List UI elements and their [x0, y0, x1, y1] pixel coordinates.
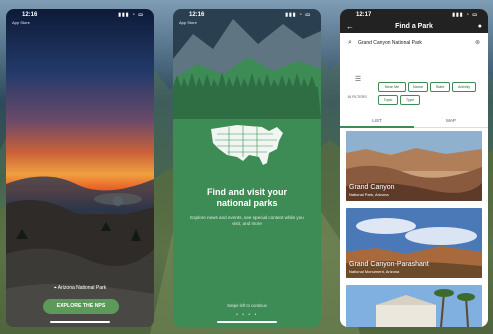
- search-field[interactable]: ⌕ Grand Canyon National Park ⊗: [346, 37, 482, 49]
- signal-icon: ▮▮▮: [452, 12, 464, 18]
- park-card-grand-canyon[interactable]: Grand Canyon National Park, Arizona: [346, 131, 482, 201]
- building-palm-photo: [346, 285, 482, 327]
- signal-icon: ▮▮▮: [118, 12, 130, 18]
- usa-map-icon: [211, 125, 283, 165]
- chip-activity[interactable]: Activity: [452, 82, 476, 92]
- sunset-landscape: [6, 176, 154, 327]
- battery-icon: ▭: [472, 12, 478, 18]
- phone-splash: 12:16 App Store ▮▮▮ ◔ ▭ ⌖ Arizona Nation…: [6, 9, 154, 327]
- status-bar: 12:16 App Store ▮▮▮ ◔ ▭: [6, 11, 154, 25]
- status-time: 12:16: [189, 12, 205, 18]
- location-label: ⌖ Arizona National Park: [6, 285, 154, 291]
- page-indicator[interactable]: • • • •: [173, 312, 321, 318]
- location-text: Arizona National Park: [57, 285, 107, 291]
- app-store-back-link[interactable]: App Store: [12, 20, 30, 25]
- park-card-grand-canyon-parashant[interactable]: Grand Canyon-Parashant National Monument…: [346, 208, 482, 278]
- chip-type[interactable]: Type: [400, 95, 420, 105]
- wifi-icon: ◔: [465, 12, 470, 18]
- mountain-forest-header: [173, 9, 321, 119]
- search-icon: ⌕: [348, 39, 352, 46]
- nav-bar: ← Find a Park ●: [340, 22, 488, 32]
- chip-name[interactable]: Name: [408, 82, 428, 92]
- tab-divider: [414, 127, 488, 128]
- onboarding-title: Find and visit your national parks: [206, 187, 287, 208]
- active-tab-indicator: [340, 126, 414, 128]
- chip-near-me[interactable]: Near Me: [378, 82, 406, 92]
- status-time: 12:17: [356, 12, 372, 18]
- park-name: Grand Canyon: [349, 184, 395, 191]
- tab-list[interactable]: LIST: [340, 118, 414, 123]
- park-subtitle: National Monument, Arizona: [349, 269, 400, 274]
- onboarding-description: Explore news and events, see special con…: [190, 215, 304, 226]
- battery-icon: ▭: [138, 12, 144, 18]
- park-subtitle: National Park, Arizona: [349, 192, 389, 197]
- chip-state[interactable]: State: [430, 82, 450, 92]
- clear-icon[interactable]: ⊗: [475, 37, 480, 49]
- status-time: 12:16: [22, 12, 38, 18]
- page-title: Find a Park: [395, 23, 433, 30]
- park-name: Grand Canyon-Parashant: [349, 261, 429, 268]
- user-icon[interactable]: ●: [478, 22, 482, 31]
- park-card-partial[interactable]: [346, 285, 482, 327]
- battery-icon: ▭: [305, 12, 311, 18]
- search-value[interactable]: Grand Canyon National Park: [358, 37, 422, 49]
- chip-topic[interactable]: Topic: [378, 95, 398, 105]
- location-pin-icon: ⌖: [53, 285, 57, 291]
- status-bar: 12:17 ▮▮▮ ◔ ▭: [340, 11, 488, 21]
- home-indicator: [217, 321, 277, 323]
- filters-label[interactable]: 16 FILTERS: [344, 95, 370, 99]
- home-indicator: [50, 321, 110, 323]
- signal-icon: ▮▮▮: [285, 12, 297, 18]
- wifi-icon: ◔: [131, 12, 136, 18]
- phone-find-a-park: 12:17 ▮▮▮ ◔ ▭ ← Find a Park ● ⌕ Grand Ca…: [340, 9, 488, 327]
- phone-onboarding: 12:16 App Store ▮▮▮ ◔ ▭ Find and visit y…: [173, 9, 321, 327]
- filter-icon[interactable]: ☰: [348, 75, 368, 83]
- view-tabs: LIST MAP: [340, 118, 488, 126]
- status-bar: 12:16 App Store ▮▮▮ ◔ ▭: [173, 11, 321, 25]
- wifi-icon: ◔: [298, 12, 303, 18]
- tab-map[interactable]: MAP: [414, 118, 488, 123]
- swipe-hint: Swipe left to continue: [227, 303, 267, 308]
- explore-nps-button[interactable]: EXPLORE THE NPS: [43, 299, 119, 314]
- app-store-back-link[interactable]: App Store: [179, 20, 197, 25]
